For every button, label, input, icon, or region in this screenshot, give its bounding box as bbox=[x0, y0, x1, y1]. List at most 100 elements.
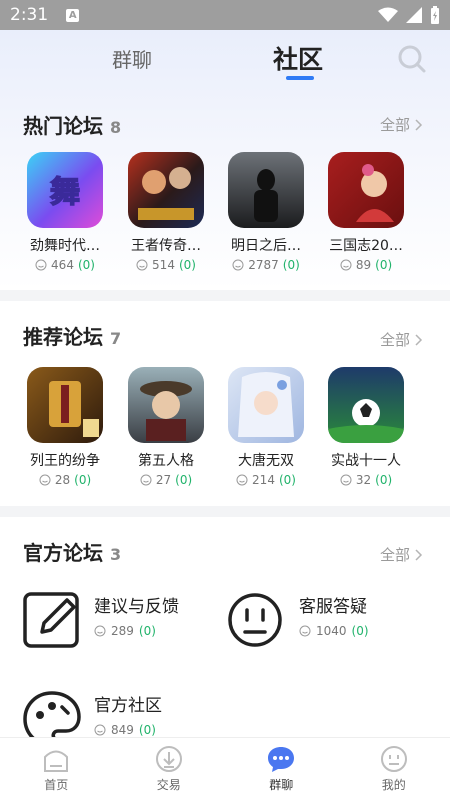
new-count: (0) bbox=[351, 624, 369, 638]
view-all-link[interactable]: 全部 bbox=[380, 114, 423, 135]
section-title: 官方论坛 bbox=[23, 541, 103, 565]
nav-label: 首页 bbox=[44, 778, 69, 792]
comment-icon bbox=[340, 259, 352, 271]
forum-item[interactable]: 实战十一人 32 (0) bbox=[316, 367, 416, 487]
comment-icon bbox=[140, 474, 152, 486]
official-forum-name: 建议与反馈 bbox=[94, 597, 179, 617]
notification-icon: A bbox=[66, 8, 80, 22]
game-icon-clash-of-kings bbox=[27, 367, 103, 443]
nav-label: 群聊 bbox=[269, 778, 294, 792]
forum-stats: 1040 (0) bbox=[299, 624, 369, 638]
forum-name: 王者传奇… bbox=[131, 238, 201, 254]
section-header: 推荐论坛 7 bbox=[23, 321, 121, 350]
home-icon bbox=[44, 750, 69, 772]
hot-forums-section: 热门论坛 8 全部 舞 劲舞时代… 464 (0) 王者传奇… 514 (0) … bbox=[0, 98, 450, 290]
forum-stats: 514 (0) bbox=[116, 258, 216, 272]
forum-item[interactable]: 三国志20… 89 (0) bbox=[316, 152, 416, 272]
trade-icon bbox=[155, 746, 182, 772]
section-divider bbox=[0, 290, 450, 301]
post-count: 514 bbox=[152, 258, 175, 272]
forum-stats: 28 (0) bbox=[15, 473, 115, 487]
section-title: 推荐论坛 bbox=[23, 325, 103, 349]
forum-item[interactable]: 舞 劲舞时代… 464 (0) bbox=[15, 152, 115, 272]
forum-item[interactable]: 第五人格 27 (0) bbox=[116, 367, 216, 487]
edit-icon bbox=[23, 592, 79, 648]
status-bar: 2:31 A bbox=[0, 0, 450, 30]
forum-row: 舞 劲舞时代… 464 (0) 王者传奇… 514 (0) 明日之后… 2787… bbox=[0, 152, 450, 282]
view-all-label: 全部 bbox=[379, 546, 410, 564]
view-all-link[interactable]: 全部 bbox=[380, 544, 423, 565]
bottom-navigation: 首页 交易 群聊 我的 bbox=[0, 737, 450, 801]
tab-active-indicator bbox=[286, 76, 314, 80]
forum-stats: 89 (0) bbox=[316, 258, 416, 272]
forum-name: 明日之后… bbox=[231, 238, 301, 254]
forum-item[interactable]: 列王的纷争 28 (0) bbox=[15, 367, 115, 487]
forum-name: 第五人格 bbox=[138, 453, 194, 469]
status-time: 2:31 bbox=[10, 5, 49, 25]
comment-icon bbox=[236, 474, 248, 486]
comment-icon bbox=[299, 625, 311, 637]
profile-face-icon bbox=[380, 746, 407, 772]
game-icon-king-legend bbox=[128, 152, 204, 228]
forum-name: 实战十一人 bbox=[331, 453, 401, 469]
section-count: 8 bbox=[110, 118, 122, 137]
comment-icon bbox=[35, 259, 47, 271]
post-count: 1040 bbox=[316, 624, 347, 638]
official-forum-name: 客服答疑 bbox=[299, 597, 367, 617]
nav-trade[interactable]: 交易 bbox=[113, 738, 226, 801]
recommended-forums-section: 推荐论坛 7 全部 列王的纷争 28 (0) 第五人格 27 (0) 大唐无双 … bbox=[0, 301, 450, 506]
post-count: 28 bbox=[54, 473, 71, 487]
status-icons bbox=[378, 6, 440, 24]
new-count: (0) bbox=[282, 258, 300, 272]
post-count: 2787 bbox=[248, 258, 279, 272]
comment-icon bbox=[94, 625, 106, 637]
game-icon-lifeafter bbox=[228, 152, 304, 228]
nav-group-chat[interactable]: 群聊 bbox=[225, 738, 338, 801]
nav-label: 我的 bbox=[381, 778, 406, 792]
section-count: 7 bbox=[110, 329, 122, 348]
chevron-right-icon bbox=[415, 548, 423, 561]
post-count: 214 bbox=[252, 473, 275, 487]
new-count: (0) bbox=[77, 258, 95, 272]
forum-name: 劲舞时代… bbox=[30, 238, 100, 254]
forum-stats: 464 (0) bbox=[15, 258, 115, 272]
forum-row: 列王的纷争 28 (0) 第五人格 27 (0) 大唐无双 214 (0) 实战… bbox=[0, 367, 450, 497]
section-header: 热门论坛 8 bbox=[23, 110, 121, 139]
view-all-label: 全部 bbox=[379, 116, 410, 134]
post-count: 89 bbox=[355, 258, 372, 272]
official-forums-section: 官方论坛 3 全部 建议与反馈 289 (0) 客服答疑 1040 (0) 官方… bbox=[0, 517, 450, 747]
new-count: (0) bbox=[138, 723, 156, 737]
nav-mine[interactable]: 我的 bbox=[338, 738, 450, 801]
chevron-right-icon bbox=[415, 118, 423, 131]
nav-home[interactable]: 首页 bbox=[0, 738, 113, 801]
comment-icon bbox=[136, 259, 148, 271]
view-all-link[interactable]: 全部 bbox=[380, 329, 423, 350]
new-count: (0) bbox=[74, 473, 92, 487]
smiley-face-icon bbox=[228, 593, 282, 647]
comment-icon bbox=[232, 259, 244, 271]
tab-group-chat[interactable]: 群聊 bbox=[112, 44, 152, 73]
forum-item[interactable]: 大唐无双 214 (0) bbox=[216, 367, 316, 487]
forum-name: 列王的纷争 bbox=[30, 453, 100, 469]
chevron-right-icon bbox=[415, 333, 423, 346]
post-count: 849 bbox=[111, 723, 134, 737]
tab-community[interactable]: 社区 bbox=[273, 40, 323, 76]
comment-icon bbox=[340, 474, 352, 486]
chat-bubble-icon bbox=[268, 747, 295, 772]
battery-icon bbox=[431, 6, 439, 24]
view-all-label: 全部 bbox=[379, 331, 410, 349]
forum-name: 三国志20… bbox=[329, 238, 403, 254]
post-count: 464 bbox=[51, 258, 74, 272]
new-count: (0) bbox=[375, 473, 393, 487]
section-divider bbox=[0, 506, 450, 517]
new-count: (0) bbox=[375, 258, 393, 272]
search-icon[interactable] bbox=[396, 43, 428, 75]
section-count: 3 bbox=[110, 545, 122, 564]
section-title: 热门论坛 bbox=[23, 114, 103, 138]
forum-item[interactable]: 王者传奇… 514 (0) bbox=[116, 152, 216, 272]
forum-stats: 27 (0) bbox=[116, 473, 216, 487]
forum-item[interactable]: 明日之后… 2787 (0) bbox=[216, 152, 316, 272]
game-icon-datang-wushuang bbox=[228, 367, 304, 443]
forum-stats: 289 (0) bbox=[94, 624, 156, 638]
nav-label: 交易 bbox=[156, 778, 181, 792]
